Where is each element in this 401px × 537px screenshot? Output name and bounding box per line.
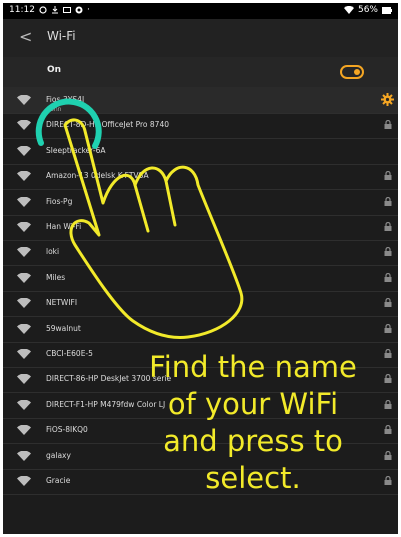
network-row[interactable]: Han Wi-Fi [3,214,398,241]
network-name: Amazon-13 0delsk K-FTVSA [46,171,149,181]
lock-icon [384,247,392,257]
network-row[interactable]: Miles [3,265,398,292]
wifi-signal-icon [17,196,31,207]
wifi-signal-icon [17,349,31,359]
caption-line-2: of your WiFi [167,387,339,421]
wifi-signal-icon [17,95,31,105]
network-name: Fios-Pg [46,196,73,206]
caption-line-4: select. [205,461,301,495]
wifi-signal-icon [17,425,31,436]
wifi-toggle-row[interactable]: On [3,57,398,87]
wifi-signal-icon [17,222,31,232]
wifi-status-icon [343,6,354,14]
tutorial-caption: Find the name of your WiFi and press to … [108,349,398,497]
lock-icon [384,298,392,308]
status-dot: · [86,5,90,15]
wifi-signal-icon [17,171,31,182]
network-name: DIRECT-8D-HP OfficeJet Pro 8740 [46,120,169,130]
status-time: 11:12 [9,5,35,15]
tablet-screen: 11:12 · 56% < Wi-Fi On Fios-3YS4J Conn DIR… [3,3,398,534]
wifi-signal-icon [17,247,31,258]
wifi-signal-icon [17,272,31,283]
network-row[interactable]: NETWIFI [3,290,398,318]
download-icon [51,6,58,14]
status-bar: 11:12 · 56% [3,3,398,19]
caption-line-1: Find the name [149,350,357,384]
network-row[interactable]: Sleeptracker-6A [3,138,398,165]
network-name: Han Wi-Fi [46,222,82,231]
network-name: Sleeptracker-6A [46,145,106,155]
lock-icon [384,222,392,231]
back-button[interactable]: < [19,27,32,46]
wifi-signal-icon [17,323,31,334]
mail-icon [62,7,71,13]
network-row[interactable]: loki [3,239,398,267]
notification-icon [39,6,47,14]
wifi-signal-icon [17,399,31,410]
network-name: Miles [46,272,66,282]
network-name: galaxy [46,450,71,460]
lock-icon [384,196,392,206]
wifi-signal-icon [17,450,31,461]
network-name: NETWIFI [46,298,78,308]
wifi-signal-icon [17,476,31,486]
network-row[interactable]: DIRECT-8D-HP OfficeJet Pro 8740 [3,112,398,140]
gear-icon[interactable] [381,93,394,106]
network-name: CBCI-E60E-5 [46,349,93,358]
lock-icon [384,120,392,130]
top-app-bar: < Wi-Fi [3,19,398,57]
toggle-knob [354,69,360,75]
lock-icon [384,171,392,181]
network-name: FiOS-8IKQ0 [46,425,88,435]
network-name: Fios-3YS4J [46,95,85,104]
page-title: Wi-Fi [47,29,76,43]
caption-line-3: and press to [163,424,343,458]
network-row[interactable]: Amazon-13 0delsk K-FTVSA [3,163,398,191]
network-row[interactable]: 59walnut [3,316,398,343]
wifi-signal-icon [17,298,31,309]
record-icon [75,6,83,14]
network-row[interactable]: Fios-3YS4J Conn [3,87,398,114]
wifi-signal-icon [17,145,31,156]
network-row[interactable]: Fios-Pg [3,189,398,216]
network-name: loki [46,247,60,257]
network-name: Gracie [46,476,71,485]
wifi-signal-icon [17,374,31,385]
battery-icon [382,6,392,14]
wifi-signal-icon [17,120,31,131]
lock-icon [384,272,392,282]
wifi-toggle-switch[interactable] [340,65,364,79]
lock-icon [384,323,392,333]
wifi-toggle-label: On [47,65,62,75]
battery-percent: 56% [357,5,378,15]
network-name: 59walnut [46,323,81,333]
